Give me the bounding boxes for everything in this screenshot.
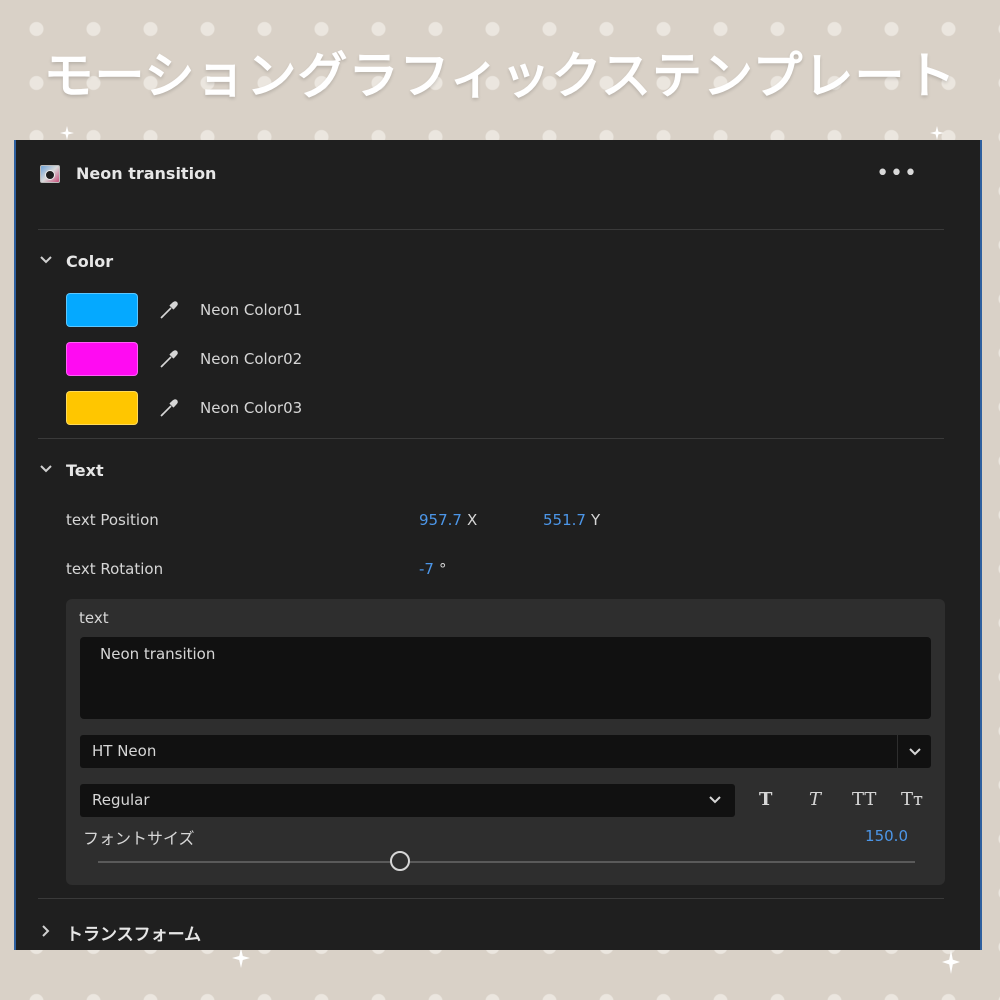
- sparkle-decoration: [60, 126, 74, 140]
- position-x-value[interactable]: 957.7 X: [419, 511, 477, 529]
- rotation-number[interactable]: -7: [419, 560, 434, 578]
- rotation-unit: °: [438, 560, 447, 578]
- text-section-header[interactable]: Text: [38, 461, 104, 480]
- font-style-select[interactable]: Regular: [80, 784, 735, 817]
- more-options-icon[interactable]: •••: [876, 163, 918, 185]
- font-family-value: HT Neon: [92, 742, 157, 760]
- transform-section-label: トランスフォーム: [66, 925, 202, 945]
- position-x-unit: X: [466, 511, 478, 529]
- color-swatch[interactable]: [66, 342, 138, 376]
- divider: [38, 229, 944, 230]
- chevron-down-icon[interactable]: [897, 735, 931, 768]
- font-size-slider-handle[interactable]: [390, 851, 411, 871]
- font-family-select[interactable]: HT Neon: [80, 735, 931, 768]
- small-caps-button[interactable]: Tт: [901, 789, 923, 810]
- eyedropper-icon[interactable]: [158, 397, 180, 419]
- color-section-label: Color: [66, 252, 114, 271]
- color-label: Neon Color02: [200, 350, 303, 368]
- chevron-down-icon: [38, 462, 54, 480]
- text-position-label: text Position: [66, 511, 159, 529]
- transform-section-header[interactable]: トランスフォーム: [38, 920, 201, 945]
- position-y-number[interactable]: 551.7: [543, 511, 586, 529]
- italic-button[interactable]: T: [809, 789, 821, 810]
- panel-title: Neon transition: [76, 164, 217, 183]
- text-group-label: text: [79, 609, 109, 627]
- position-y-unit: Y: [590, 511, 601, 529]
- font-size-label: フォントサイズ: [83, 829, 195, 848]
- sparkle-decoration: [232, 948, 250, 968]
- color-section-header[interactable]: Color: [38, 252, 113, 271]
- position-y-value[interactable]: 551.7 Y: [543, 511, 600, 529]
- chevron-down-icon[interactable]: [705, 790, 725, 810]
- color-label: Neon Color01: [200, 301, 303, 319]
- chevron-right-icon: [38, 924, 54, 942]
- color-label: Neon Color03: [200, 399, 303, 417]
- color-row: Neon Color01: [66, 292, 302, 328]
- eyedropper-icon[interactable]: [158, 299, 180, 321]
- position-x-number[interactable]: 957.7: [419, 511, 462, 529]
- banner-title: モーショングラフィックステンプレート: [43, 47, 957, 105]
- sparkle-decoration: [930, 126, 944, 140]
- essential-graphics-panel: Neon transition ••• Color Neon Color01 N…: [14, 140, 982, 950]
- font-size-value[interactable]: 150.0: [865, 827, 908, 845]
- font-size-slider-track[interactable]: [98, 861, 915, 863]
- panel-header: Neon transition: [40, 164, 216, 183]
- source-text-input[interactable]: Neon transition: [80, 637, 931, 719]
- chevron-down-icon: [38, 253, 54, 271]
- text-property-group: text Neon transition HT Neon Regular T T…: [66, 599, 945, 885]
- sparkle-decoration: [942, 950, 960, 974]
- color-swatch[interactable]: [66, 391, 138, 425]
- divider: [38, 898, 944, 899]
- color-swatch[interactable]: [66, 293, 138, 327]
- rotation-value[interactable]: -7 °: [419, 560, 446, 578]
- text-section-label: Text: [66, 461, 104, 480]
- divider: [38, 438, 944, 439]
- eyedropper-icon[interactable]: [158, 348, 180, 370]
- graphics-template-icon: [40, 164, 60, 183]
- font-style-value: Regular: [92, 791, 150, 809]
- bold-button[interactable]: T: [759, 789, 772, 810]
- color-row: Neon Color03: [66, 390, 302, 426]
- text-rotation-label: text Rotation: [66, 560, 164, 578]
- color-row: Neon Color02: [66, 341, 302, 377]
- all-caps-button[interactable]: TT: [852, 789, 876, 810]
